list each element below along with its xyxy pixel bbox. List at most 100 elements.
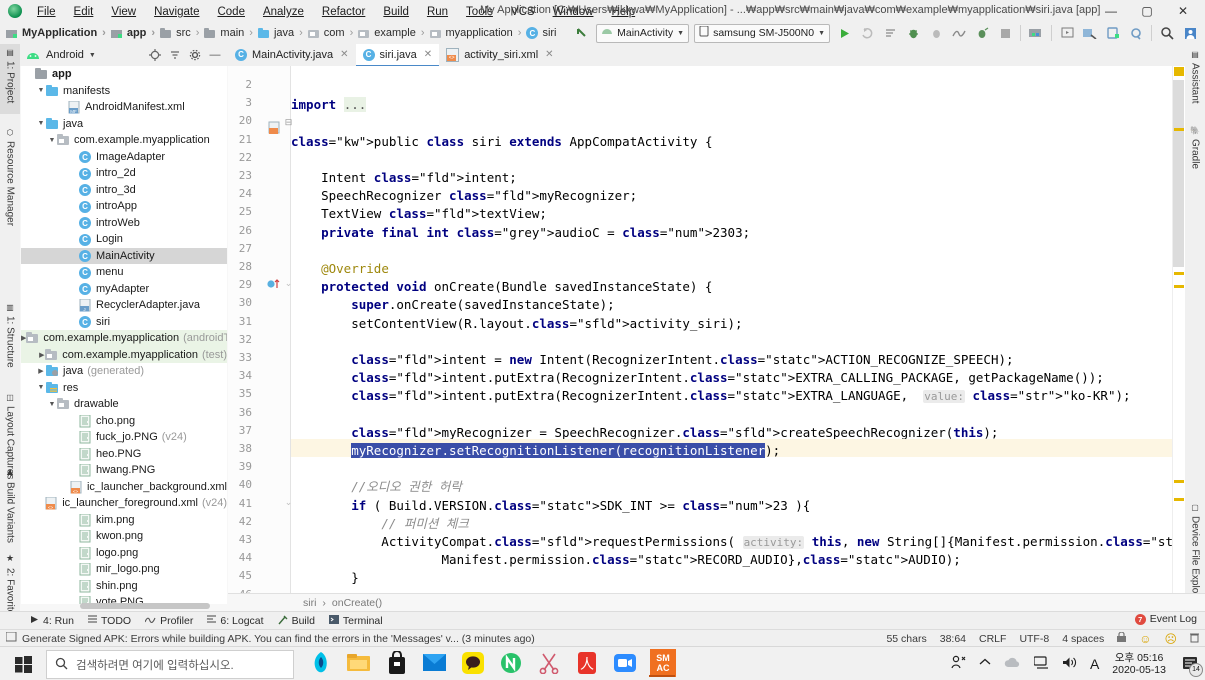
project-view-selector[interactable]: Android xyxy=(46,49,84,61)
code-line[interactable]: ActivityCompat.class="sfld">requestPermi… xyxy=(291,533,1185,551)
tree-twisty-icon[interactable]: ▼ xyxy=(36,384,46,391)
tree-item[interactable]: app xyxy=(21,66,227,83)
file-encoding[interactable]: UTF-8 xyxy=(1019,633,1049,645)
tree-item[interactable]: kwon.png xyxy=(21,528,227,545)
collapse-all-icon[interactable] xyxy=(166,46,184,64)
code-line[interactable]: SpeechRecognizer class="fld">myRecognize… xyxy=(291,187,637,205)
warning-marker[interactable] xyxy=(1174,480,1184,483)
menu-item-analyze[interactable]: Analyze xyxy=(254,3,313,21)
tree-item[interactable]: ▶ java (generated) xyxy=(21,363,227,380)
apply-changes-icon[interactable] xyxy=(856,23,878,43)
sdk-manager-icon[interactable] xyxy=(1025,23,1047,43)
breadcrumb-item-app[interactable]: app › xyxy=(110,27,160,39)
avd-manager-icon[interactable] xyxy=(1056,23,1078,43)
sm-ac-icon[interactable]: SM AC xyxy=(649,649,676,677)
tree-item[interactable]: ▶ com.example.myapplication (test) xyxy=(21,346,227,363)
code-editor[interactable]: ⊟ 2 3 20 21 22 23 24 25 26 27 28 29 30 31 32 33 34 35 36 37… xyxy=(228,66,1185,601)
volume-icon[interactable] xyxy=(1062,656,1077,672)
code-line[interactable]: Intent class="fld">intent; xyxy=(291,169,517,187)
attach-debugger-icon[interactable] xyxy=(925,23,947,43)
breadcrumb-item-com[interactable]: com › xyxy=(307,27,358,39)
tree-twisty-icon[interactable]: ▼ xyxy=(47,401,57,408)
tree-item[interactable]: ▼ res xyxy=(21,380,227,397)
tree-item[interactable]: ▶com.example.myapplication(androidTe xyxy=(21,330,227,347)
run-icon[interactable] xyxy=(833,23,855,43)
warning-marker[interactable] xyxy=(1174,498,1184,501)
tree-horizontal-scrollbar[interactable] xyxy=(80,603,210,609)
tree-item[interactable]: Cmenu xyxy=(21,264,227,281)
code-line[interactable]: if ( Build.VERSION.class="statc">SDK_INT… xyxy=(291,497,810,515)
code-line[interactable]: class="fld">intent.putExtra(RecognizerIn… xyxy=(291,369,1104,387)
editor-tab-mainactivity[interactable]: C MainActivity.java ✕ xyxy=(228,44,356,65)
tree-twisty-icon[interactable]: ▼ xyxy=(36,120,46,127)
notification-center-icon[interactable]: 14 xyxy=(1179,653,1203,677)
code-text[interactable]: import ... class="kw">public class siri e… xyxy=(291,66,1185,593)
tree-item[interactable]: ▼ java xyxy=(21,116,227,133)
sidebar-item-project[interactable]: ▤ 1: Project xyxy=(0,44,20,114)
smiley-icon[interactable]: ☺ xyxy=(1139,632,1151,646)
tree-item[interactable]: cho.png xyxy=(21,413,227,430)
bottom-tab-profiler[interactable]: Profiler xyxy=(144,615,193,627)
avatar-icon[interactable] xyxy=(1179,23,1201,43)
network-icon[interactable] xyxy=(1033,655,1049,672)
tree-item[interactable]: logo.png xyxy=(21,545,227,562)
ime-indicator[interactable]: A xyxy=(1090,656,1099,672)
tree-item[interactable]: <> ic_launcher_background.xml xyxy=(21,479,227,496)
file-explorer-icon[interactable] xyxy=(346,649,372,677)
close-icon[interactable]: ✕ xyxy=(545,49,553,60)
run-coverage-icon[interactable] xyxy=(971,23,993,43)
close-button[interactable]: ✕ xyxy=(1165,0,1201,21)
locate-icon[interactable] xyxy=(146,46,164,64)
tree-item[interactable]: kim.png xyxy=(21,512,227,529)
code-line[interactable]: //오디오 권한 허락 xyxy=(291,478,462,496)
snipping-tool-icon[interactable] xyxy=(536,649,562,677)
code-line[interactable]: @Override xyxy=(291,260,389,278)
warning-marker[interactable] xyxy=(1174,285,1184,288)
tree-item[interactable]: fuck_jo.PNG (v24) xyxy=(21,429,227,446)
line-separator[interactable]: CRLF xyxy=(979,633,1006,645)
tree-twisty-icon[interactable]: ▶ xyxy=(36,367,46,375)
code-line[interactable]: private final int class="grey">audioC = … xyxy=(291,224,750,242)
bottom-tab-build[interactable]: Build xyxy=(278,615,315,628)
code-line[interactable]: myRecognizer.setRecognitionListener(reco… xyxy=(291,442,780,460)
menu-item-view[interactable]: View xyxy=(102,3,145,21)
breadcrumb-item-myapplication[interactable]: MyApplication › xyxy=(6,27,111,39)
status-message[interactable]: Generate Signed APK: Errors while buildi… xyxy=(22,633,535,645)
menu-item-code[interactable]: Code xyxy=(208,3,254,21)
sidebar-item-resource-manager[interactable]: ⬡ Resource Manager xyxy=(0,124,20,250)
sidebar-item-gradle[interactable]: 🐘 Gradle xyxy=(1185,122,1205,180)
stripe-scroll-thumb[interactable] xyxy=(1173,80,1184,267)
code-line[interactable]: TextView class="fld">textView; xyxy=(291,205,547,223)
menu-item-run[interactable]: Run xyxy=(418,3,457,21)
frowny-icon[interactable]: ☹ xyxy=(1164,632,1177,646)
trash-icon[interactable] xyxy=(1190,632,1199,646)
menu-item-file[interactable]: File xyxy=(28,3,65,21)
tree-item[interactable]: ▼ manifests xyxy=(21,83,227,100)
breadcrumb-item-main[interactable]: main › xyxy=(204,27,258,39)
code-line[interactable]: setContentView(R.layout.class="sfld">act… xyxy=(291,315,742,333)
run-configuration-selector[interactable]: MainActivity ▼ xyxy=(596,23,690,43)
layout-inspector-icon[interactable] xyxy=(1079,23,1101,43)
event-log-button[interactable]: 7 Event Log xyxy=(1134,613,1197,625)
tree-twisty-icon[interactable]: ▶ xyxy=(38,351,45,359)
breadcrumb-item-java[interactable]: java › xyxy=(257,27,308,39)
tree-twisty-icon[interactable]: ▼ xyxy=(36,87,46,94)
breadcrumb-method[interactable]: onCreate() xyxy=(332,597,382,609)
tree-item[interactable]: hwang.PNG xyxy=(21,462,227,479)
tree-item[interactable]: ▼ com.example.myapplication xyxy=(21,132,227,149)
clock[interactable]: 오후 05:16 2020-05-13 xyxy=(1112,652,1166,676)
tree-item[interactable]: mir_logo.png xyxy=(21,561,227,578)
debug-icon[interactable] xyxy=(902,23,924,43)
bottom-tab-terminal[interactable]: Terminal xyxy=(328,615,383,627)
tree-item[interactable]: CintroWeb xyxy=(21,215,227,232)
tree-item[interactable]: MF AndroidManifest.xml xyxy=(21,99,227,116)
profiler-icon[interactable] xyxy=(948,23,970,43)
taskbar-search-input[interactable]: 검색하려면 여기에 입력하십시오. xyxy=(46,650,294,679)
breadcrumb-class[interactable]: siri xyxy=(303,597,316,609)
tree-item[interactable]: Cintro_3d xyxy=(21,182,227,199)
search-icon[interactable] xyxy=(1156,23,1178,43)
bottom-tab-logcat[interactable]: 6: Logcat xyxy=(207,615,264,627)
maximize-button[interactable]: ▢ xyxy=(1129,0,1165,21)
tree-item[interactable]: shin.png xyxy=(21,578,227,595)
editor-tab-siri[interactable]: C siri.java ✕ xyxy=(355,44,440,67)
